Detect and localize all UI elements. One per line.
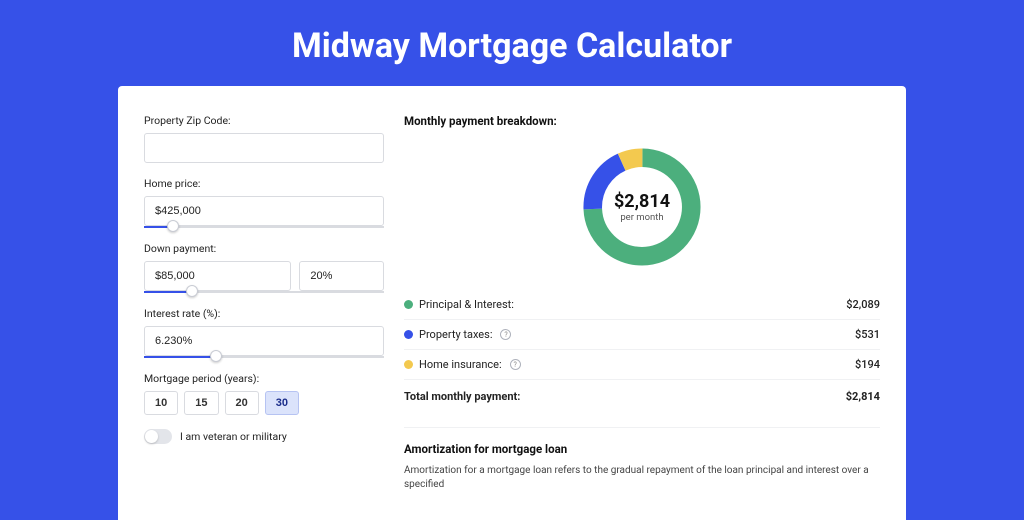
donut-chart: $2,814 per month (404, 142, 880, 272)
legend-left: Home insurance:? (404, 358, 521, 371)
period-button-10[interactable]: 10 (144, 391, 178, 415)
interest-rate-input[interactable] (144, 326, 384, 356)
down-payment-slider[interactable] (144, 291, 384, 293)
home-price-slider[interactable] (144, 226, 384, 228)
total-value: $2,814 (846, 390, 880, 403)
veteran-toggle[interactable] (144, 429, 172, 444)
legend-value: $531 (855, 328, 880, 341)
legend-dot-icon (404, 360, 413, 369)
interest-rate-group: Interest rate (%): (144, 307, 384, 358)
amortization-section: Amortization for mortgage loan Amortizat… (404, 427, 880, 492)
donut-sub: per month (614, 212, 670, 223)
zip-input[interactable] (144, 133, 384, 163)
legend-row: Home insurance:? $194 (404, 350, 880, 380)
legend-row: Property taxes:? $531 (404, 320, 880, 350)
interest-rate-slider[interactable] (144, 356, 384, 358)
down-payment-group: Down payment: (144, 242, 384, 293)
inputs-column: Property Zip Code: Home price: Down paym… (144, 114, 384, 492)
legend-label: Property taxes: (419, 328, 492, 341)
period-options: 1015 2030 (144, 391, 384, 415)
amortization-text: Amortization for a mortgage loan refers … (404, 464, 880, 492)
period-button-15[interactable]: 15 (184, 391, 218, 415)
calculator-card: Property Zip Code: Home price: Down paym… (118, 86, 906, 520)
slider-thumb-icon[interactable] (186, 285, 198, 297)
legend-list: Principal & Interest: $2,089 Property taxe… (404, 290, 880, 380)
breakdown-title: Monthly payment breakdown: (404, 114, 880, 128)
legend-dot-icon (404, 330, 413, 339)
legend-left: Property taxes:? (404, 328, 511, 341)
legend-left: Principal & Interest: (404, 298, 514, 311)
legend-value: $194 (855, 358, 880, 371)
period-label: Mortgage period (years): (144, 372, 384, 385)
page-title: Midway Mortgage Calculator (0, 0, 1024, 86)
down-payment-amount-input[interactable] (144, 261, 291, 291)
period-group: Mortgage period (years): 1015 2030 (144, 372, 384, 415)
down-payment-percent-input[interactable] (299, 261, 384, 291)
zip-label: Property Zip Code: (144, 114, 384, 127)
donut-amount: $2,814 (614, 191, 670, 212)
interest-rate-label: Interest rate (%): (144, 307, 384, 320)
slider-thumb-icon[interactable] (210, 350, 222, 362)
home-price-input[interactable] (144, 196, 384, 226)
legend-label: Home insurance: (419, 358, 502, 371)
legend-total-row: Total monthly payment: $2,814 (404, 380, 880, 411)
home-price-group: Home price: (144, 177, 384, 228)
legend-value: $2,089 (846, 298, 880, 311)
donut-center: $2,814 per month (614, 191, 670, 223)
info-icon[interactable]: ? (510, 359, 521, 370)
legend-row: Principal & Interest: $2,089 (404, 290, 880, 320)
total-label: Total monthly payment: (404, 390, 520, 403)
toggle-knob-icon (145, 430, 158, 443)
period-button-20[interactable]: 20 (225, 391, 259, 415)
home-price-label: Home price: (144, 177, 384, 190)
info-icon[interactable]: ? (500, 329, 511, 340)
legend-dot-icon (404, 300, 413, 309)
veteran-row: I am veteran or military (144, 429, 384, 444)
period-button-30[interactable]: 30 (265, 391, 299, 415)
veteran-label: I am veteran or military (180, 430, 287, 443)
amortization-title: Amortization for mortgage loan (404, 442, 880, 456)
breakdown-column: Monthly payment breakdown: $2,814 per mo… (404, 114, 880, 492)
slider-thumb-icon[interactable] (167, 220, 179, 232)
down-payment-label: Down payment: (144, 242, 384, 255)
zip-group: Property Zip Code: (144, 114, 384, 163)
legend-label: Principal & Interest: (419, 298, 514, 311)
